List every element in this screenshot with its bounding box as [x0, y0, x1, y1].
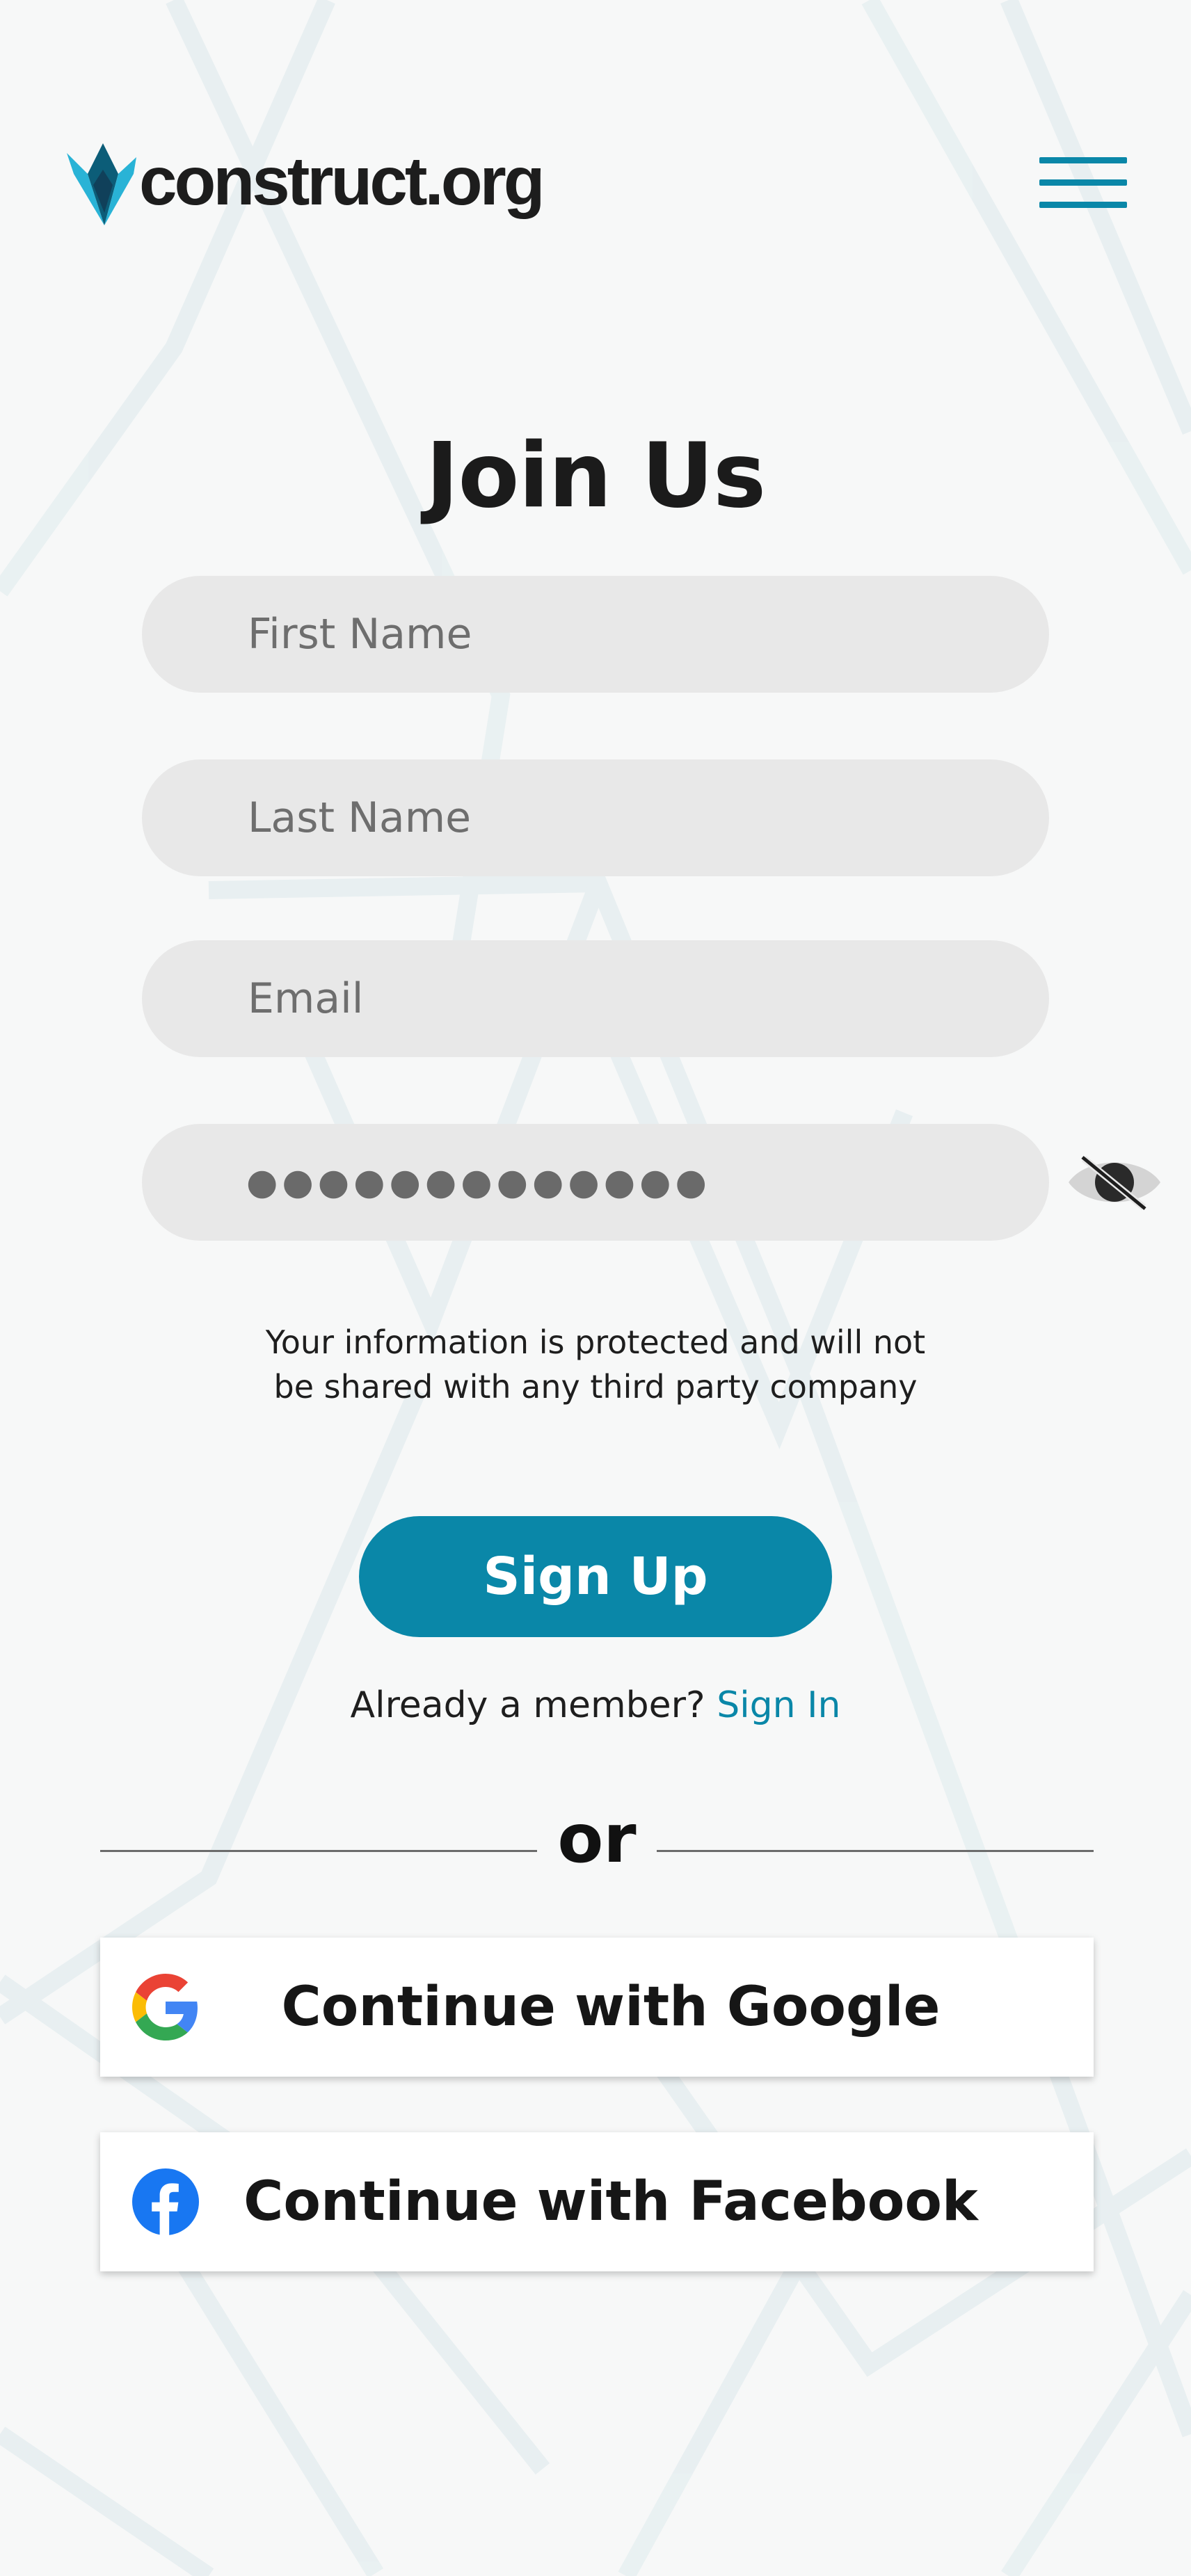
- logo-text: construct.org: [139, 143, 545, 219]
- last-name-field-container: [142, 759, 1049, 876]
- sign-in-link[interactable]: Sign In: [717, 1684, 840, 1726]
- or-divider-label: or: [557, 1800, 637, 1878]
- email-field-container: [142, 940, 1049, 1057]
- hamburger-menu-icon[interactable]: [1039, 156, 1127, 211]
- signup-page: construct.org Join Us ●●●●●●●●●●●●● Your…: [0, 0, 1191, 2576]
- continue-with-facebook-button[interactable]: Continue with Facebook: [100, 2132, 1094, 2271]
- member-prompt: Already a member?: [350, 1684, 705, 1726]
- google-icon: [132, 1974, 198, 2040]
- privacy-line: Your information is protected and will n…: [265, 1323, 926, 1361]
- first-name-input[interactable]: [248, 576, 943, 693]
- already-member-row: Already a member? Sign In: [0, 1684, 1191, 1726]
- facebook-button-label: Continue with Facebook: [243, 2171, 978, 2233]
- privacy-line: be shared with any third party company: [273, 1368, 918, 1406]
- google-button-label: Continue with Google: [281, 1976, 941, 2038]
- logo[interactable]: construct.org: [67, 143, 545, 227]
- menu-bar: [1039, 157, 1127, 163]
- logo-mark-icon: [67, 143, 136, 225]
- facebook-icon: [132, 2168, 199, 2235]
- menu-bar: [1039, 179, 1127, 186]
- password-masked-value: ●●●●●●●●●●●●●: [246, 1161, 711, 1203]
- eye-off-icon[interactable]: [1066, 1153, 1163, 1211]
- divider-line-right: [657, 1850, 1094, 1852]
- last-name-input[interactable]: [248, 759, 943, 876]
- privacy-note: Your information is protected and will n…: [0, 1320, 1191, 1409]
- password-field[interactable]: ●●●●●●●●●●●●●: [142, 1124, 1160, 1241]
- divider-line-left: [100, 1850, 537, 1852]
- continue-with-google-button[interactable]: Continue with Google: [100, 1938, 1094, 2077]
- menu-bar: [1039, 202, 1127, 208]
- sign-up-button[interactable]: Sign Up: [359, 1516, 832, 1637]
- page-title: Join Us: [425, 424, 766, 528]
- first-name-field-container: [142, 576, 1049, 693]
- email-input[interactable]: [248, 940, 943, 1057]
